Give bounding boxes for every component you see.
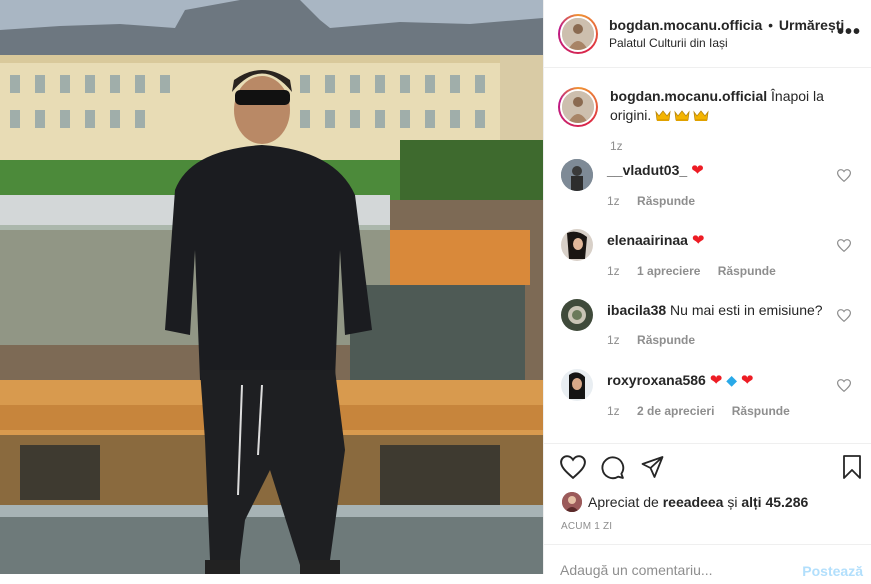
instagram-post: bogdan.mocanu.officia • Urmărești Palatu… — [0, 0, 871, 579]
red-heart-emoji: ❤ — [709, 372, 723, 389]
comment-input[interactable] — [560, 562, 790, 578]
comment-meta: 1z Răspunde — [607, 194, 709, 208]
comment-item: __vladut03_ ❤ 1z Răspunde — [544, 159, 871, 215]
comment-username[interactable]: roxyroxana586 — [607, 372, 706, 388]
liked-by-others[interactable]: alți 45.286 — [741, 494, 808, 510]
add-comment-bar: Postează — [544, 544, 871, 584]
comment-meta: 1z 1 apreciere Răspunde — [607, 264, 790, 278]
header-text: bogdan.mocanu.officia • Urmărești Palatu… — [609, 16, 844, 52]
comment-username[interactable]: ibacila38 — [607, 302, 666, 318]
post-photo[interactable] — [0, 0, 543, 574]
crown-emoji-group — [655, 109, 709, 122]
comment-item: elenaairinaa ❤ 1z 1 apreciere Răspunde — [544, 229, 871, 285]
liker-avatar[interactable] — [562, 492, 582, 512]
red-heart-emoji: ❤ — [691, 162, 704, 179]
caption-username[interactable]: bogdan.mocanu.official — [610, 88, 767, 104]
reply-button[interactable]: Răspunde — [718, 264, 776, 278]
location-link[interactable]: Palatul Culturii din Iași — [609, 34, 844, 52]
reply-button[interactable]: Răspunde — [637, 333, 695, 347]
caption-timestamp[interactable]: 1z — [610, 139, 871, 153]
comment-likes-count[interactable]: 1 apreciere — [637, 264, 700, 278]
post-timestamp[interactable]: ACUM 1 ZI — [544, 521, 871, 532]
comment-text: Nu mai esti in emisiune? — [670, 302, 823, 318]
like-comment-icon[interactable] — [837, 239, 851, 252]
comments-list[interactable]: bogdan.mocanu.official Înapoi la origini… — [544, 69, 871, 443]
author-username[interactable]: bogdan.mocanu.officia — [609, 17, 762, 33]
comment-avatar[interactable] — [561, 299, 593, 331]
liked-by-and: și — [727, 494, 738, 510]
reply-button[interactable]: Răspunde — [637, 194, 695, 208]
comment-likes-count[interactable]: 2 de aprecieri — [637, 404, 714, 418]
red-heart-emoji: ❤ — [691, 232, 705, 249]
crown-emoji — [674, 110, 690, 121]
action-icons-row — [544, 444, 871, 492]
following-button[interactable]: Urmărești — [779, 17, 844, 33]
post-comment-button[interactable]: Postează — [802, 563, 863, 579]
comment-avatar[interactable] — [561, 159, 593, 191]
comment-time[interactable]: 1z — [607, 333, 620, 347]
caption-text-block: bogdan.mocanu.official Înapoi la origini… — [610, 87, 850, 127]
comment-item: ibacila38 Nu mai esti in emisiune? 1z Ră… — [544, 299, 871, 355]
crown-emoji — [655, 110, 671, 121]
comment-time[interactable]: 1z — [607, 194, 620, 208]
reply-button[interactable]: Răspunde — [732, 404, 790, 418]
like-heart-icon[interactable] — [560, 455, 586, 479]
caption: bogdan.mocanu.official Înapoi la origini… — [544, 69, 871, 127]
separator-dot: • — [768, 16, 774, 33]
more-options-icon[interactable]: ••• — [837, 22, 861, 42]
author-avatar-image — [560, 15, 596, 52]
liked-by-user[interactable]: reeadeea — [663, 494, 724, 510]
post-details-panel: bogdan.mocanu.officia • Urmărești Palatu… — [543, 0, 871, 579]
comment-bubble-icon[interactable] — [600, 455, 625, 480]
likes-summary: Apreciat de reeadeea și alți 45.286 — [544, 492, 871, 512]
comment-username[interactable]: __vladut03_ — [607, 162, 687, 178]
comment-username[interactable]: elenaairinaa — [607, 232, 688, 248]
bookmark-icon[interactable] — [842, 455, 862, 479]
comment-avatar[interactable] — [561, 229, 593, 261]
crown-emoji — [693, 110, 709, 121]
red-heart-emoji: ❤ — [740, 372, 754, 389]
post-header: bogdan.mocanu.officia • Urmărești Palatu… — [544, 0, 871, 68]
post-actions: Apreciat de reeadeea și alți 45.286 ACUM… — [544, 443, 871, 579]
like-comment-icon[interactable] — [837, 309, 851, 322]
caption-author-avatar[interactable] — [558, 87, 598, 127]
comment-meta: 1z Răspunde — [607, 333, 823, 347]
liked-by-prefix: Apreciat de — [588, 494, 659, 510]
comment-meta: 1z 2 de aprecieri Răspunde — [607, 404, 804, 418]
author-avatar[interactable] — [558, 13, 598, 54]
like-comment-icon[interactable] — [837, 379, 851, 392]
comment-time[interactable]: 1z — [607, 264, 620, 278]
comment-time[interactable]: 1z — [607, 404, 620, 418]
share-paper-plane-icon[interactable] — [640, 455, 665, 479]
like-comment-icon[interactable] — [837, 169, 851, 182]
blue-diamond-emoji: ◆ — [726, 372, 737, 388]
comment-item: roxyroxana586 ❤ ◆ ❤ 1z 2 de aprecieri Ră… — [544, 369, 871, 425]
comment-avatar[interactable] — [561, 369, 593, 401]
post-photo-illustration — [0, 0, 543, 574]
